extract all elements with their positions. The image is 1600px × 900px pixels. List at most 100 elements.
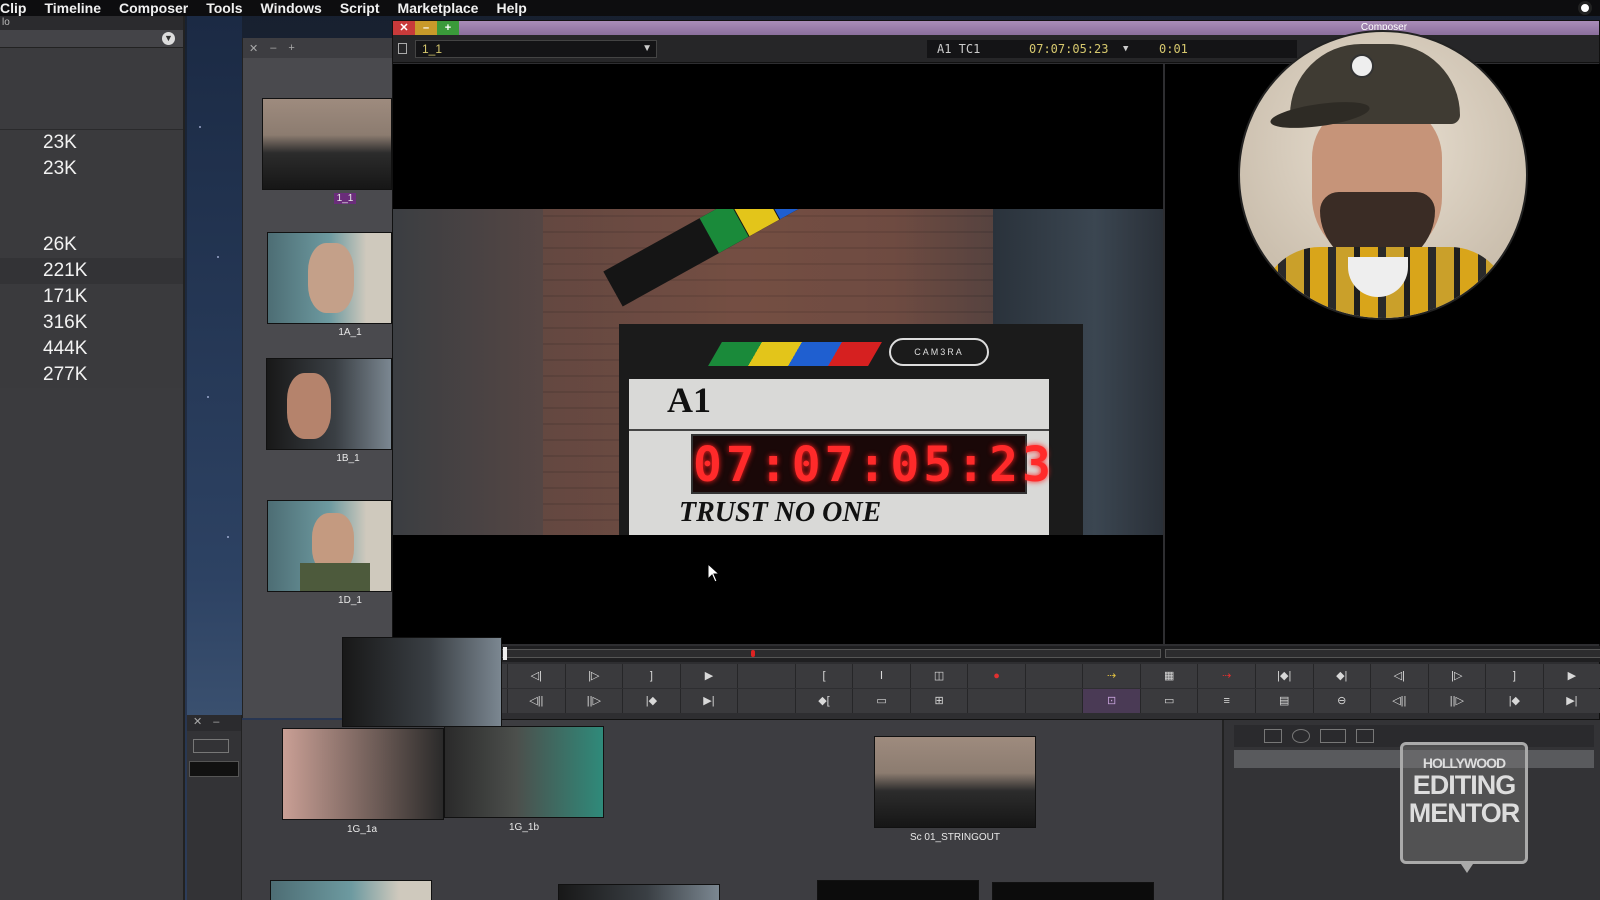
- chevron-down-icon[interactable]: ▼: [162, 32, 175, 45]
- source-monitor[interactable]: CAM3RA A1 07:07:05:23 TRUST NO ONE: [393, 64, 1163, 644]
- blank-button[interactable]: [968, 689, 1026, 713]
- record-mark-out-step-button[interactable]: ◆|: [1314, 664, 1372, 688]
- record-play-button[interactable]: ▶: [1544, 664, 1600, 688]
- mark-clip-button[interactable]: Ⅰ: [853, 664, 911, 688]
- blank-button[interactable]: [1026, 689, 1084, 713]
- menu-clip[interactable]: Clip: [0, 0, 35, 16]
- minimize-icon[interactable]: –: [270, 42, 276, 54]
- record-indicator-icon[interactable]: [1578, 1, 1592, 15]
- lift-button[interactable]: ◆[: [796, 689, 854, 713]
- add-edit-button[interactable]: ⊞: [911, 689, 969, 713]
- clip-label[interactable]: Sc 01_STRINGOUT: [895, 832, 1015, 843]
- monitor-icon[interactable]: [1320, 729, 1346, 743]
- size-cell[interactable]: 316K: [0, 310, 183, 336]
- chevron-down-icon[interactable]: ▼: [1123, 40, 1128, 58]
- mark-out-button[interactable]: ]: [623, 664, 681, 688]
- close-icon[interactable]: ✕: [393, 21, 415, 35]
- size-cell[interactable]: 171K: [0, 284, 183, 310]
- overwrite-button[interactable]: ⇢: [1198, 664, 1256, 688]
- record-list-icon[interactable]: ▤: [1256, 689, 1314, 713]
- clip-thumbnail[interactable]: [262, 98, 392, 190]
- record-go-to-previous-button[interactable]: ◁||: [1371, 689, 1429, 713]
- source-position-bar[interactable]: [395, 649, 1161, 658]
- record-link-icon[interactable]: ⊖: [1314, 689, 1372, 713]
- clip-thumbnail[interactable]: [444, 726, 604, 818]
- mark-in-button[interactable]: [: [796, 664, 854, 688]
- go-to-in-button[interactable]: |◆: [623, 689, 681, 713]
- blank-button[interactable]: [738, 689, 796, 713]
- clip-thumbnail[interactable]: [266, 358, 392, 450]
- size-cell[interactable]: [0, 182, 183, 208]
- clip-label[interactable]: 1G_1a: [302, 824, 422, 835]
- go-to-next-button[interactable]: ||▷: [566, 689, 624, 713]
- clip-label[interactable]: 1G_1b: [464, 822, 584, 833]
- circle-icon[interactable]: [1292, 729, 1310, 743]
- close-icon[interactable]: ✕: [193, 716, 202, 728]
- clear-marks-button[interactable]: ◫: [911, 664, 969, 688]
- size-cell[interactable]: 26K: [0, 232, 183, 258]
- menu-composer[interactable]: Composer: [110, 0, 197, 16]
- clip-thumbnail[interactable]: [992, 882, 1154, 900]
- single-monitor-icon[interactable]: ▭: [1141, 689, 1199, 713]
- step-forward-button[interactable]: |▷: [566, 664, 624, 688]
- menu-marketplace[interactable]: Marketplace: [389, 0, 488, 16]
- minimize-icon[interactable]: –: [415, 21, 437, 35]
- clip-thumbnail[interactable]: [558, 884, 720, 900]
- close-icon[interactable]: ✕: [249, 42, 258, 55]
- clip-thumbnail[interactable]: [874, 736, 1036, 828]
- record-go-to-next-button[interactable]: ||▷: [1429, 689, 1487, 713]
- maximize-icon[interactable]: +: [288, 42, 294, 54]
- go-to-previous-button[interactable]: ◁||: [508, 689, 566, 713]
- play-button[interactable]: ▶: [681, 664, 739, 688]
- clip-label[interactable]: 1B_1: [288, 453, 408, 464]
- clip-thumbnail[interactable]: [282, 728, 444, 820]
- record-go-to-in-button[interactable]: |◆: [1486, 689, 1544, 713]
- grid-icon[interactable]: ▦: [1141, 664, 1199, 688]
- record-step-forward-button[interactable]: |▷: [1429, 664, 1487, 688]
- settings-sliders-icon[interactable]: [193, 739, 229, 753]
- size-cell[interactable]: [0, 208, 183, 232]
- menu-windows[interactable]: Windows: [252, 0, 331, 16]
- size-cell[interactable]: 23K: [0, 156, 183, 182]
- clip-name-menu[interactable]: 1_1 ▼: [415, 40, 657, 58]
- add-marker-button[interactable]: ●: [968, 664, 1026, 688]
- size-cell[interactable]: 444K: [0, 336, 183, 362]
- position-indicator[interactable]: [503, 647, 507, 660]
- window-icon[interactable]: [1356, 729, 1374, 743]
- menu-script[interactable]: Script: [331, 0, 389, 16]
- clip-thumbnail[interactable]: [267, 232, 392, 324]
- go-to-out-button[interactable]: ▶|: [681, 689, 739, 713]
- minimize-icon[interactable]: –: [213, 716, 219, 728]
- position-bar[interactable]: [393, 646, 1600, 662]
- panel-field[interactable]: [189, 761, 239, 777]
- settings-sliders-icon[interactable]: ≡: [1198, 689, 1256, 713]
- size-cell[interactable]: 23K: [0, 130, 183, 156]
- size-cell[interactable]: 277K: [0, 362, 183, 388]
- source-record-toggle-button[interactable]: ⊡: [1083, 689, 1141, 713]
- size-cell[interactable]: 221K: [0, 258, 183, 284]
- record-mark-out-button[interactable]: ]: [1486, 664, 1544, 688]
- clip-thumbnail[interactable]: [270, 880, 432, 900]
- bin-view-dropdown[interactable]: ▼: [0, 30, 183, 48]
- clip-label[interactable]: 1_1: [285, 193, 405, 204]
- blank-button[interactable]: [1026, 664, 1084, 688]
- menu-tools[interactable]: Tools: [197, 0, 251, 16]
- record-position-bar[interactable]: [1165, 649, 1600, 658]
- clip-thumbnail[interactable]: [342, 637, 502, 727]
- clip-thumbnail[interactable]: [267, 500, 392, 592]
- timecode-display[interactable]: A1 TC1 07:07:05:23 ▼ 0:01: [927, 40, 1297, 58]
- menu-help[interactable]: Help: [487, 0, 535, 16]
- list-icon[interactable]: [1264, 729, 1282, 743]
- blank-button[interactable]: [738, 664, 796, 688]
- record-step-backward-button[interactable]: ◁|: [1371, 664, 1429, 688]
- step-backward-button[interactable]: ◁|: [508, 664, 566, 688]
- extract-button[interactable]: ▭: [853, 689, 911, 713]
- splice-in-button[interactable]: ⇢: [1083, 664, 1141, 688]
- marker-icon[interactable]: [751, 650, 755, 657]
- record-mark-in-step-button[interactable]: |◆|: [1256, 664, 1314, 688]
- clip-thumbnail[interactable]: [817, 880, 979, 900]
- menu-timeline[interactable]: Timeline: [35, 0, 110, 16]
- maximize-icon[interactable]: +: [437, 21, 459, 35]
- record-go-to-out-button[interactable]: ▶|: [1544, 689, 1600, 713]
- lock-icon[interactable]: [398, 43, 407, 54]
